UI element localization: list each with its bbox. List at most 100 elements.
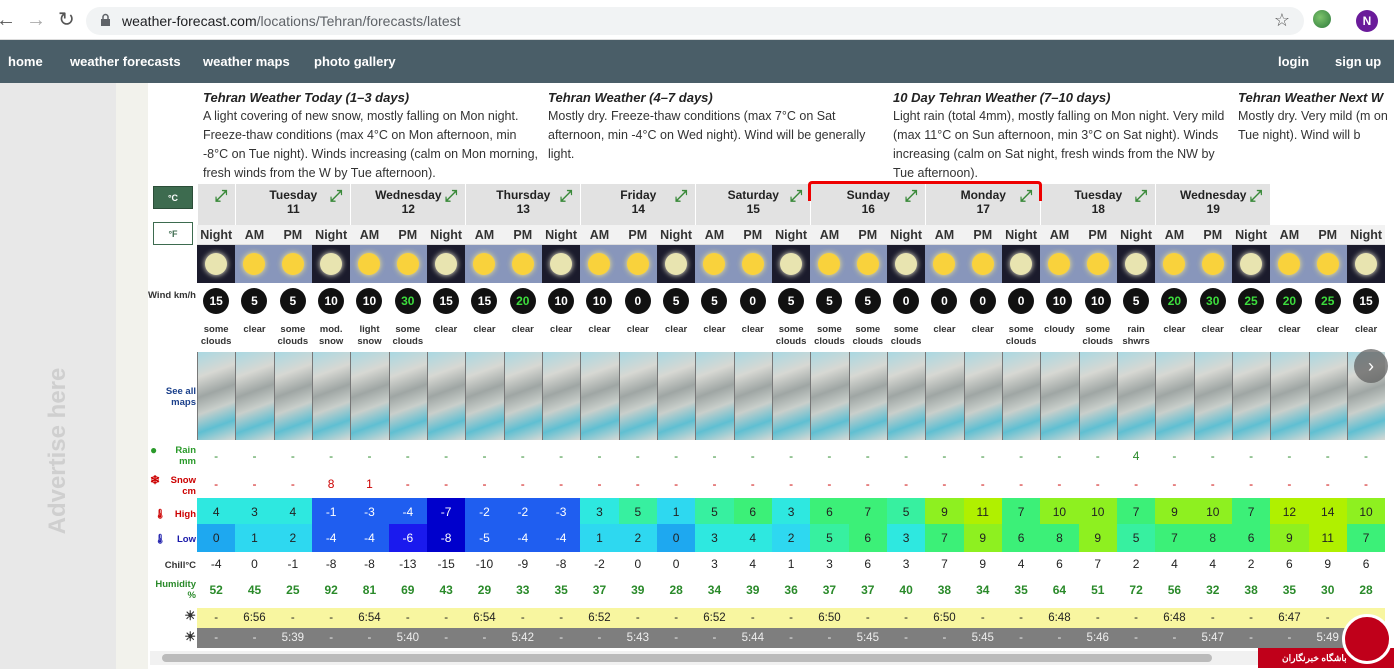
sun-icon (580, 245, 619, 283)
low-temp: 4 (733, 524, 772, 552)
weather-map-tile[interactable] (541, 352, 581, 440)
expand-icon[interactable]: ⤢ (444, 189, 457, 205)
profile-avatar[interactable]: N (1356, 10, 1378, 32)
wind-cell: 5 (695, 285, 733, 321)
weather-map-tile[interactable] (771, 352, 811, 440)
wind-cell: 5 (1117, 285, 1155, 321)
weather-map-tile[interactable] (1231, 352, 1271, 440)
sunrise-time: 6:48 (1155, 608, 1194, 628)
wind-speed-badge: 25 (1238, 288, 1265, 314)
expand-icon[interactable]: ⤢ (674, 189, 687, 205)
weather-summary: clear (971, 324, 994, 335)
nav-photo-gallery[interactable]: photo gallery (314, 54, 396, 69)
wind-speed-badge: 5 (816, 288, 843, 314)
humidity-value: 25 (286, 583, 300, 597)
advertise-here-text[interactable]: Advertise here (44, 368, 72, 535)
period-label: AM (1155, 225, 1194, 245)
weather-map-tile[interactable] (197, 352, 236, 440)
brand-logo: باشگاه خبرنگاران (1258, 612, 1394, 669)
humidity-value: 30 (1321, 583, 1335, 597)
sun-cloud-icon (388, 245, 427, 283)
weather-map-tile[interactable] (388, 352, 427, 440)
chill-value: -9 (517, 557, 529, 571)
horizontal-scrollbar[interactable] (150, 651, 1394, 665)
weather-map-tile[interactable] (1155, 352, 1194, 440)
weather-map-tile[interactable] (1116, 352, 1156, 440)
weather-map-tile[interactable] (886, 352, 926, 440)
expand-icon[interactable]: ⤢ (215, 189, 228, 205)
weather-map-tile[interactable] (273, 352, 312, 440)
low-label: 🌡 Low (148, 534, 196, 545)
weather-map-tile[interactable] (426, 352, 466, 440)
weather-map-tile[interactable] (963, 352, 1002, 440)
weather-map-tile[interactable] (1193, 352, 1232, 440)
wind-speed-badge: 0 (739, 288, 766, 314)
expand-icon[interactable]: ⤢ (559, 189, 572, 205)
wind-speed-badge: 10 (1084, 288, 1111, 314)
see-all-maps-link[interactable]: See all maps (148, 386, 196, 408)
next-arrow-icon[interactable]: › (1354, 349, 1388, 383)
celsius-toggle[interactable]: °C (153, 186, 193, 209)
expand-icon[interactable]: ⤢ (789, 189, 802, 205)
sunset-time: 5:45 (963, 628, 1002, 648)
rain-value: - (1249, 449, 1254, 463)
rain-value: - (789, 449, 794, 463)
period-label: PM (1308, 225, 1347, 245)
expand-icon[interactable]: ⤢ (330, 189, 343, 205)
sun-disc (933, 253, 956, 275)
weather-map-tile[interactable] (810, 352, 849, 440)
weather-map-tile[interactable] (1270, 352, 1309, 440)
high-temp: 7 (1116, 498, 1156, 526)
weather-map-tile[interactable] (235, 352, 274, 440)
back-icon[interactable]: ← (0, 8, 16, 32)
weather-summary: clear (588, 324, 611, 335)
nav-weather-maps[interactable]: weather maps (203, 54, 290, 69)
low-temp: 1 (235, 524, 274, 552)
weather-summary: clear (1354, 324, 1378, 335)
weather-map-tile[interactable] (311, 352, 351, 440)
nav-login[interactable]: login (1278, 54, 1309, 69)
extension-icon[interactable] (1313, 10, 1331, 28)
scrollbar-thumb[interactable] (162, 654, 1212, 662)
expand-icon[interactable]: ⤢ (1134, 189, 1147, 205)
weather-map-tile[interactable] (733, 352, 772, 440)
nav-home[interactable]: home (8, 54, 43, 69)
wind-speed-badge: 5 (701, 288, 728, 314)
sun-icon (695, 245, 734, 283)
bookmark-star-icon[interactable]: ☆ (1274, 10, 1290, 31)
weather-map-tile[interactable] (1308, 352, 1347, 440)
address-bar[interactable]: weather-forecast.com/locations/Tehran/fo… (86, 7, 1304, 35)
high-temp: 10 (1040, 498, 1079, 526)
wind-cell: 20 (1155, 285, 1193, 321)
high-label: 🌡 High (148, 509, 196, 520)
weather-map-tile[interactable] (350, 352, 389, 440)
weather-map-tile[interactable] (1078, 352, 1117, 440)
fahrenheit-toggle[interactable]: °F (153, 222, 193, 245)
weather-map-tile[interactable] (618, 352, 657, 440)
weather-map-tile[interactable] (695, 352, 734, 440)
sun-disc (396, 253, 419, 275)
weather-map-tile[interactable] (848, 352, 887, 440)
wind-cell: 10 (542, 285, 580, 321)
low-temp: -4 (311, 524, 351, 552)
weather-map-tile[interactable] (1001, 352, 1041, 440)
weather-map-tile[interactable] (656, 352, 696, 440)
expand-icon[interactable]: ⤢ (1249, 189, 1262, 205)
weather-map-tile[interactable] (1040, 352, 1079, 440)
weather-map-tile[interactable] (465, 352, 504, 440)
wind-speed-badge: 5 (1123, 288, 1150, 314)
nav-sign-up[interactable]: sign up (1335, 54, 1381, 69)
reload-icon[interactable]: ↻ (58, 8, 75, 32)
weather-map-tile[interactable] (580, 352, 619, 440)
nav-weather-forecasts[interactable]: weather forecasts (70, 54, 181, 69)
weather-map-tile[interactable] (503, 352, 542, 440)
humidity-value: 39 (746, 583, 760, 597)
weather-map-tile[interactable] (925, 352, 964, 440)
wind-cell: 0 (619, 285, 657, 321)
wind-speed-badge: 25 (1314, 288, 1341, 314)
high-temp: 11 (963, 498, 1002, 526)
weather-summary: mod. snow (319, 324, 344, 347)
forward-icon[interactable]: → (26, 8, 46, 32)
chill-value: 3 (711, 557, 718, 571)
chill-value: 3 (826, 557, 833, 571)
